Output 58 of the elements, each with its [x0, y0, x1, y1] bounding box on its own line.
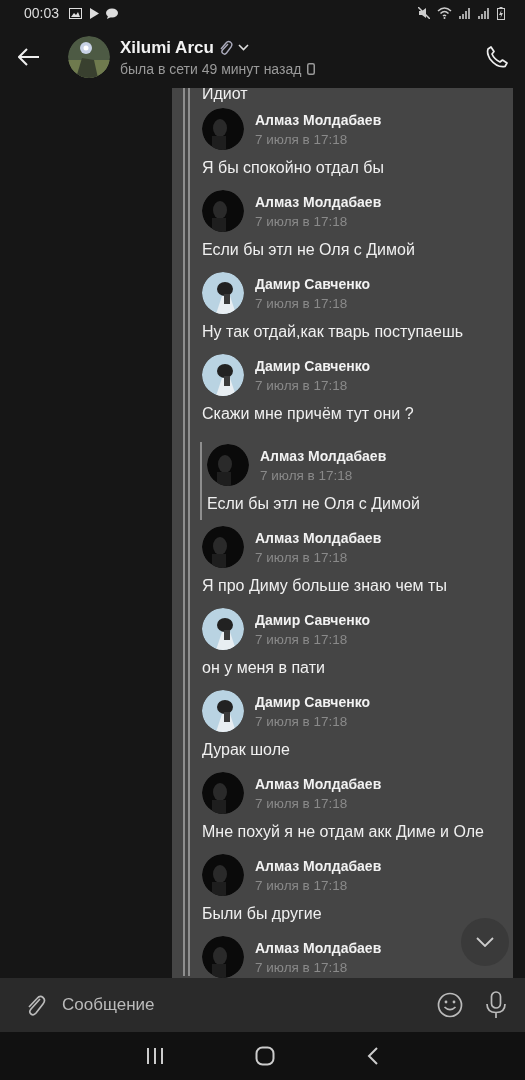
chevron-down-icon — [476, 937, 494, 947]
message-date: 7 июля в 17:18 — [255, 795, 349, 811]
message-text: он у меня в пати — [202, 658, 326, 678]
paperclip-icon — [26, 993, 46, 1017]
author-name[interactable]: Алмаз Молдабаев — [255, 111, 382, 128]
author-name[interactable]: Дамир Савченко — [255, 693, 371, 710]
message-text: Дурак шоле — [202, 740, 291, 760]
home-icon — [255, 1046, 276, 1066]
message-input[interactable]: Сообщение — [58, 989, 419, 1021]
message-date: 7 июля в 17:18 — [255, 877, 349, 893]
message-date: 7 июля в 17:18 — [255, 959, 349, 975]
message-date: 7 июля в 17:18 — [260, 467, 354, 483]
message-text: Я про Диму больше знаю чем ты — [202, 576, 448, 596]
image-icon — [69, 7, 83, 19]
message-text: Мне похуй я не отдам акк Диме и Оле — [202, 822, 485, 842]
author-name[interactable]: Алмаз Молдабаев — [255, 193, 382, 210]
message-date: 7 июля в 17:18 — [255, 713, 349, 729]
play-icon — [89, 7, 100, 19]
message-date: 7 июля в 17:18 — [255, 213, 349, 229]
message-text: Скажи мне причём тут они ? — [202, 404, 415, 424]
message-date: 7 июля в 17:18 — [255, 131, 349, 147]
author-name[interactable]: Алмаз Молдабаев — [255, 939, 382, 956]
phone-device-icon — [307, 62, 316, 75]
message-date: 7 июля в 17:18 — [255, 631, 349, 647]
author-name[interactable]: Дамир Савченко — [255, 275, 371, 292]
message-composer[interactable]: Сообщение — [0, 978, 525, 1032]
message-date: 7 июля в 17:18 — [255, 295, 349, 311]
contact-name[interactable]: Xilumi Arcu — [120, 37, 214, 58]
smiley-icon — [437, 992, 463, 1018]
message-text: Я бы спокойно отдал бы — [202, 158, 385, 178]
message-date: 7 июля в 17:18 — [255, 549, 349, 565]
last-seen-status: была в сети 49 минут назад — [120, 60, 302, 77]
recent-apps-icon — [145, 1048, 164, 1064]
message-text: Идиот — [202, 88, 249, 102]
chevron-down-icon[interactable] — [237, 44, 249, 51]
message-date: 7 июля в 17:18 — [255, 377, 349, 393]
arrow-left-icon — [18, 48, 40, 66]
author-name[interactable]: Алмаз Молдабаев — [255, 857, 382, 874]
mute-icon — [418, 7, 430, 19]
author-name[interactable]: Дамир Савченко — [255, 611, 371, 628]
message-text: Если бы этл не Оля с Димой — [207, 494, 421, 514]
back-icon — [367, 1047, 380, 1065]
battery-icon — [497, 6, 505, 20]
status-time: 00:03 — [24, 5, 60, 21]
microphone-icon — [485, 991, 507, 1019]
author-name[interactable]: Алмаз Молдабаев — [255, 775, 382, 792]
signal-icon — [478, 7, 490, 19]
message-text: Ну так отдай,как тварь поступаешь — [202, 322, 465, 342]
wifi-icon — [437, 7, 452, 19]
message-text: Были бы другие — [202, 904, 323, 924]
paperclip-icon — [218, 39, 233, 56]
chat-bubble-icon — [106, 7, 119, 19]
message-text: Если бы этл не Оля с Димой — [202, 240, 416, 260]
author-name[interactable]: Дамир Савченко — [255, 357, 371, 374]
author-name[interactable]: Алмаз Молдабаев — [255, 529, 382, 546]
signal-icon — [459, 7, 471, 19]
phone-icon — [485, 45, 509, 69]
author-name[interactable]: Алмаз Молдабаев — [260, 447, 387, 464]
